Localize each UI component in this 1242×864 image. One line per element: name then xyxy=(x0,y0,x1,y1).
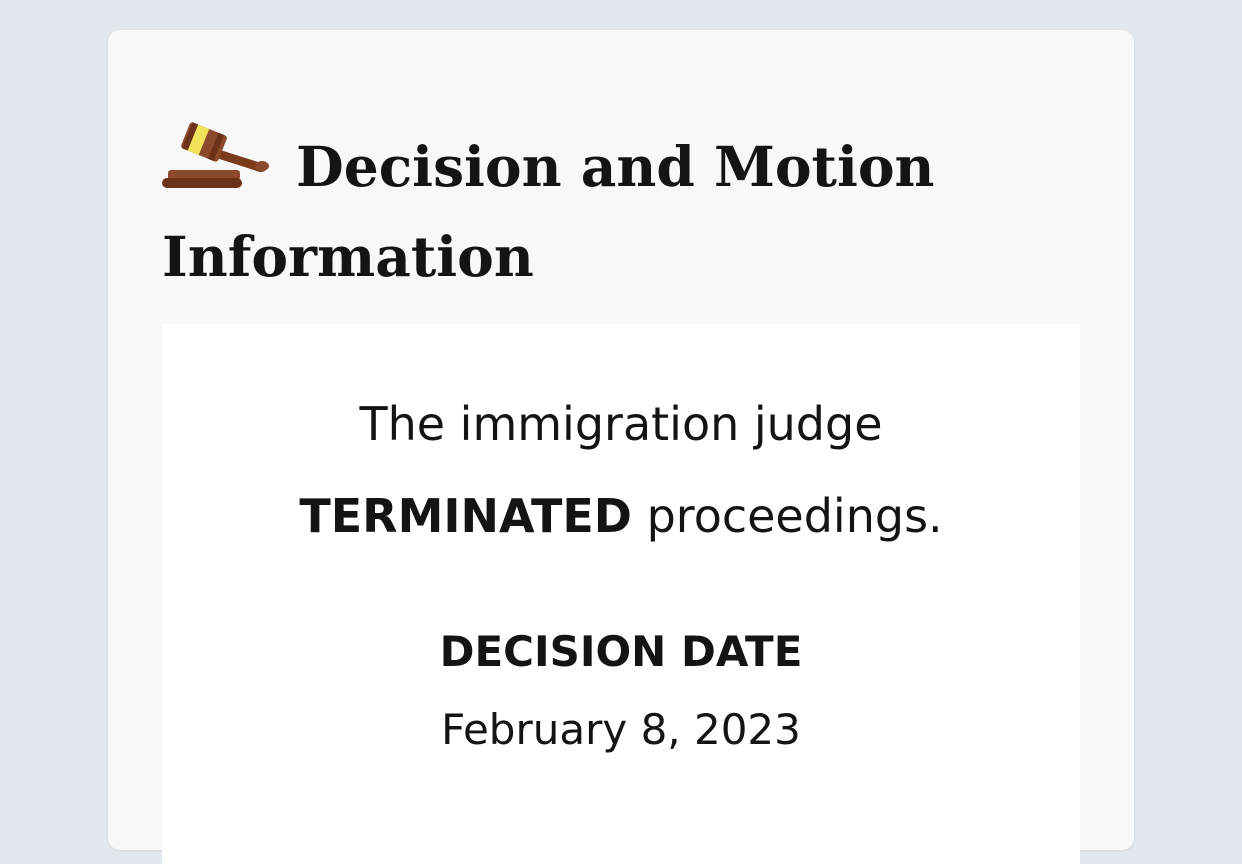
decision-summary: The immigration judge TERMINATED proceed… xyxy=(162,378,1080,562)
section-heading: Decision and Motion Information xyxy=(162,118,1042,302)
section-title: Decision and Motion Information xyxy=(162,134,935,289)
decision-card: Decision and Motion Information The immi… xyxy=(108,30,1134,864)
decision-panel: The immigration judge TERMINATED proceed… xyxy=(162,324,1080,864)
decision-text-before: The immigration judge xyxy=(359,397,883,451)
decision-text-after: proceedings. xyxy=(646,489,943,543)
decision-date-label: DECISION DATE xyxy=(439,627,803,676)
decision-date-value: February 8, 2023 xyxy=(441,705,801,754)
gavel-icon xyxy=(162,118,270,190)
decision-status: TERMINATED xyxy=(299,489,632,543)
